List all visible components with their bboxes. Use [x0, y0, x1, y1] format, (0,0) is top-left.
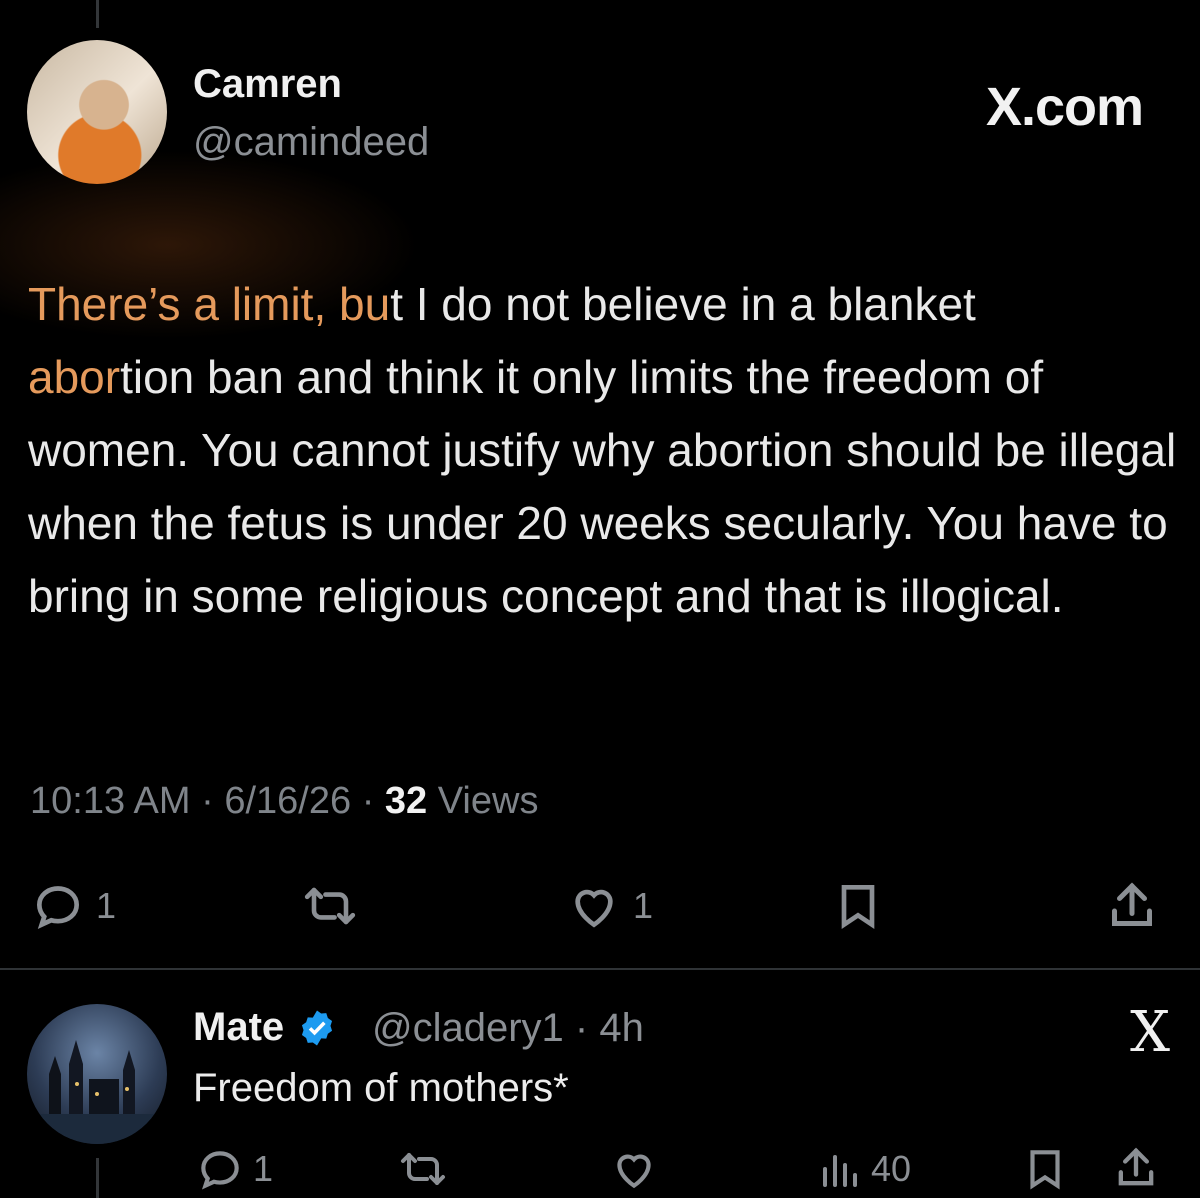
author-handle[interactable]: @camindeed [193, 120, 429, 165]
reply-handle-line: @cladery1 · 4h [372, 1006, 644, 1050]
retweet-button[interactable] [298, 878, 362, 934]
tweet-date: 6/16/26 [224, 780, 352, 822]
bookmark-icon [1020, 1144, 1070, 1194]
verified-icon [296, 1007, 338, 1049]
close-icon[interactable]: X [1130, 1000, 1170, 1065]
views-button[interactable]: 40 [815, 1144, 911, 1194]
tweet-text-highlight: abor [28, 351, 121, 403]
tweet-text-part: t I do not believe in a blanket [390, 278, 976, 330]
retweet-icon [298, 878, 362, 934]
views-count: 40 [871, 1148, 912, 1189]
reply-button[interactable]: 1 [195, 1144, 273, 1194]
divider [0, 968, 1200, 970]
tweet-text-highlight: There’s a limit, bu [28, 278, 391, 330]
tweet-meta: 10:13 AM · 6/16/26 · 32 Views [30, 780, 539, 822]
like-icon [565, 878, 623, 934]
views-label: Views [437, 780, 539, 822]
share-button[interactable] [1102, 876, 1162, 936]
thread-line [96, 0, 99, 28]
reply-author[interactable]: Mate [193, 1005, 338, 1050]
like-count: 1 [633, 885, 654, 926]
share-icon [1110, 1142, 1162, 1194]
reply-count: 1 [253, 1148, 274, 1189]
like-icon [607, 1144, 661, 1194]
reply-text: Freedom of mothers* [193, 1066, 569, 1110]
share-icon [1102, 876, 1162, 936]
share-button[interactable] [1110, 1142, 1162, 1194]
reply-count: 1 [96, 885, 117, 926]
tweet-text-part: tion ban and think it only limits the fr… [28, 351, 1177, 622]
thread-line [96, 1158, 99, 1198]
retweet-icon [395, 1144, 451, 1194]
tweet-time: 10:13 AM [30, 780, 191, 822]
author-name[interactable]: Camren [193, 62, 342, 107]
avatar[interactable] [27, 40, 167, 184]
views-count: 32 [384, 780, 428, 822]
reply-icon [195, 1144, 245, 1194]
reply-button[interactable]: 1 [30, 878, 116, 934]
like-button[interactable]: 1 [565, 878, 653, 934]
views-icon [815, 1144, 863, 1194]
tweet-text: There’s a limit, but I do not believe in… [28, 268, 1178, 633]
retweet-button[interactable] [395, 1144, 451, 1194]
author-handle[interactable]: @cladery1 [372, 1006, 564, 1050]
reply-age: 4h [599, 1006, 644, 1050]
bookmark-button[interactable] [830, 878, 886, 934]
avatar[interactable] [27, 1004, 167, 1144]
bookmark-icon [830, 878, 886, 934]
watermark: X.com [985, 77, 1144, 137]
bookmark-button[interactable] [1020, 1144, 1070, 1194]
reply-icon [30, 878, 86, 934]
author-name[interactable]: Mate [193, 1005, 284, 1050]
like-button[interactable] [607, 1144, 661, 1194]
